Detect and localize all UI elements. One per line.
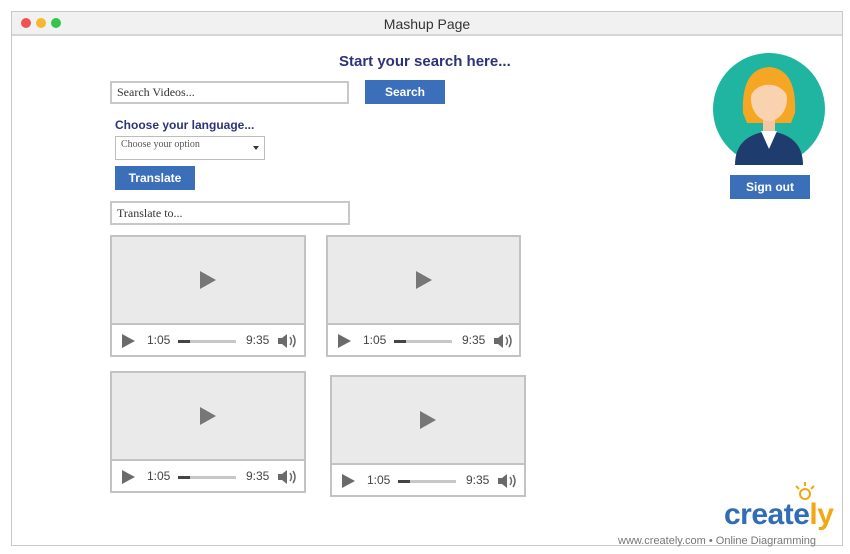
video-player: 1:05 9:35 (110, 235, 306, 357)
progress-fill (178, 340, 190, 343)
language-label: Choose your language... (115, 118, 255, 132)
play-button-icon[interactable] (338, 334, 351, 348)
video-controls: 1:05 9:35 (112, 323, 304, 355)
video-screen[interactable] (332, 377, 524, 463)
play-icon[interactable] (420, 411, 436, 429)
play-button-icon[interactable] (342, 474, 355, 488)
language-select-value: Choose your option (121, 139, 200, 150)
play-button-icon[interactable] (122, 334, 135, 348)
progress-fill (398, 480, 410, 483)
current-time: 1:05 (363, 333, 387, 347)
duration: 9:35 (462, 333, 486, 347)
video-screen[interactable] (328, 237, 519, 323)
translate-button[interactable]: Translate (115, 166, 195, 190)
video-screen[interactable] (112, 373, 304, 459)
video-player: 1:05 9:35 (326, 235, 521, 357)
play-icon[interactable] (415, 271, 432, 289)
video-screen[interactable] (112, 237, 304, 323)
duration: 9:35 (466, 473, 490, 487)
page-heading: Start your search here... (339, 53, 511, 70)
video-player: 1:05 9:35 (110, 371, 306, 493)
current-time: 1:05 (147, 333, 171, 347)
search-button[interactable]: Search (365, 80, 445, 104)
duration: 9:35 (246, 469, 270, 483)
video-controls: 1:05 9:35 (332, 463, 524, 495)
play-icon[interactable] (200, 407, 216, 425)
progress-fill (394, 340, 406, 343)
video-controls: 1:05 9:35 (328, 323, 519, 355)
translate-input[interactable] (110, 201, 350, 225)
sign-out-button[interactable]: Sign out (730, 175, 810, 199)
volume-icon[interactable] (277, 468, 299, 486)
progress-bar[interactable] (178, 340, 236, 343)
chevron-down-icon (253, 146, 259, 150)
window-title: Mashup Page (383, 16, 471, 32)
duration: 9:35 (246, 333, 270, 347)
play-button-icon[interactable] (122, 470, 135, 484)
progress-bar[interactable] (394, 340, 452, 343)
video-player: 1:05 9:35 (330, 375, 526, 497)
language-select[interactable]: Choose your option (115, 136, 265, 160)
footer-url: www.creately.com • Online Diagramming (618, 535, 817, 547)
logo-accent-text: ly (809, 498, 834, 531)
creately-logo: creately (724, 498, 834, 532)
video-controls: 1:05 9:35 (112, 459, 304, 491)
play-icon[interactable] (200, 271, 216, 289)
logo-main-text: create (724, 498, 810, 531)
progress-bar[interactable] (398, 480, 456, 483)
volume-icon[interactable] (277, 332, 299, 350)
current-time: 1:05 (367, 473, 391, 487)
current-time: 1:05 (147, 469, 171, 483)
progress-bar[interactable] (178, 476, 236, 479)
volume-icon[interactable] (493, 332, 515, 350)
title-bar: Mashup Page (12, 12, 842, 36)
progress-fill (178, 476, 190, 479)
avatar[interactable] (713, 53, 825, 165)
search-input[interactable] (110, 81, 349, 104)
volume-icon[interactable] (497, 472, 519, 490)
